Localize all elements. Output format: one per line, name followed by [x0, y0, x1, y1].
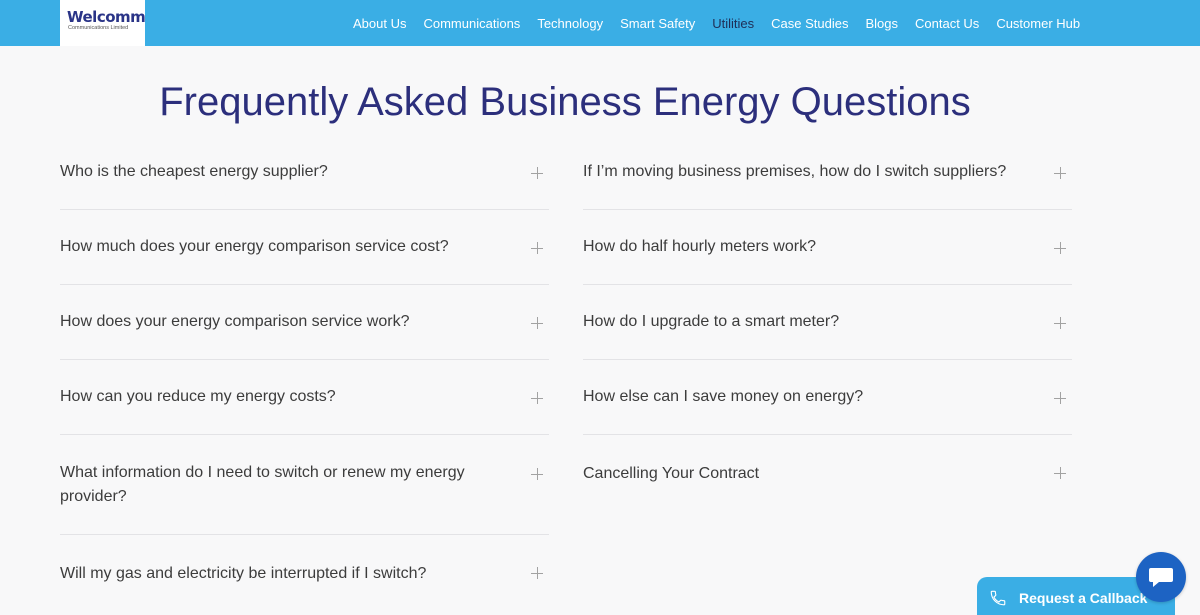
plus-icon[interactable]: [531, 317, 543, 329]
faq-item[interactable]: Will my gas and electricity be interrupt…: [60, 535, 549, 610]
faq-item[interactable]: What information do I need to switch or …: [60, 435, 549, 535]
logo-wordmark: Welcomm: [67, 8, 146, 26]
faq-item[interactable]: How does your energy comparison service …: [60, 285, 549, 360]
plus-icon[interactable]: [531, 468, 543, 480]
plus-icon[interactable]: [531, 392, 543, 404]
faq-question: Cancelling Your Contract: [583, 465, 760, 482]
faq-question: How else can I save money on energy?: [583, 388, 864, 405]
logo-tagline: Communications Limited: [68, 25, 129, 31]
nav-communications[interactable]: Communications: [423, 16, 520, 31]
nav-customer-hub[interactable]: Customer Hub: [996, 16, 1080, 31]
faq-item[interactable]: How can you reduce my energy costs?: [60, 360, 549, 435]
faq-question: How can you reduce my energy costs?: [60, 388, 336, 405]
site-header: Welcomm Communications Limited About Us …: [0, 0, 1200, 46]
faq-item[interactable]: Cancelling Your Contract: [583, 435, 1072, 510]
faq-question: How much does your energy comparison ser…: [60, 238, 449, 255]
nav-technology[interactable]: Technology: [537, 16, 603, 31]
page-title: Frequently Asked Business Energy Questio…: [159, 80, 971, 124]
faq-question: What information do I need to switch or …: [60, 464, 465, 505]
faq-question: Will my gas and electricity be interrupt…: [60, 565, 427, 582]
faq-item[interactable]: If I’m moving business premises, how do …: [583, 135, 1072, 210]
faq-item[interactable]: How do half hourly meters work?: [583, 210, 1072, 285]
welcomm-logo[interactable]: Welcomm Communications Limited: [60, 0, 146, 46]
nav-utilities[interactable]: Utilities: [712, 16, 754, 31]
faq-question: How do I upgrade to a smart meter?: [583, 313, 840, 330]
main-nav: About Us Communications Technology Smart…: [353, 0, 1080, 46]
plus-icon[interactable]: [1054, 167, 1066, 179]
nav-contact-us[interactable]: Contact Us: [915, 16, 979, 31]
live-chat-button[interactable]: [1136, 552, 1186, 602]
faq-question: Who is the cheapest energy supplier?: [60, 163, 328, 180]
callback-label: Request a Callback: [1019, 590, 1148, 606]
plus-icon[interactable]: [1054, 467, 1066, 479]
faq-item[interactable]: Who is the cheapest energy supplier?: [60, 135, 549, 210]
chat-icon: [1149, 568, 1173, 587]
plus-icon[interactable]: [531, 167, 543, 179]
nav-case-studies[interactable]: Case Studies: [771, 16, 848, 31]
faq-question: If I’m moving business premises, how do …: [583, 163, 1007, 180]
faq-column-right: If I’m moving business premises, how do …: [583, 135, 1072, 510]
faq-item[interactable]: How else can I save money on energy?: [583, 360, 1072, 435]
nav-blogs[interactable]: Blogs: [865, 16, 898, 31]
faq-item[interactable]: How do I upgrade to a smart meter?: [583, 285, 1072, 360]
faq-question: How do half hourly meters work?: [583, 238, 816, 255]
plus-icon[interactable]: [1054, 317, 1066, 329]
faq-question: How does your energy comparison service …: [60, 313, 410, 330]
faq-item[interactable]: How much does your energy comparison ser…: [60, 210, 549, 285]
plus-icon[interactable]: [531, 567, 543, 579]
plus-icon[interactable]: [1054, 242, 1066, 254]
nav-smart-safety[interactable]: Smart Safety: [620, 16, 695, 31]
nav-about-us[interactable]: About Us: [353, 16, 406, 31]
plus-icon[interactable]: [1054, 392, 1066, 404]
faq-column-left: Who is the cheapest energy supplier? How…: [60, 135, 549, 610]
phone-icon: [990, 590, 1006, 606]
plus-icon[interactable]: [531, 242, 543, 254]
